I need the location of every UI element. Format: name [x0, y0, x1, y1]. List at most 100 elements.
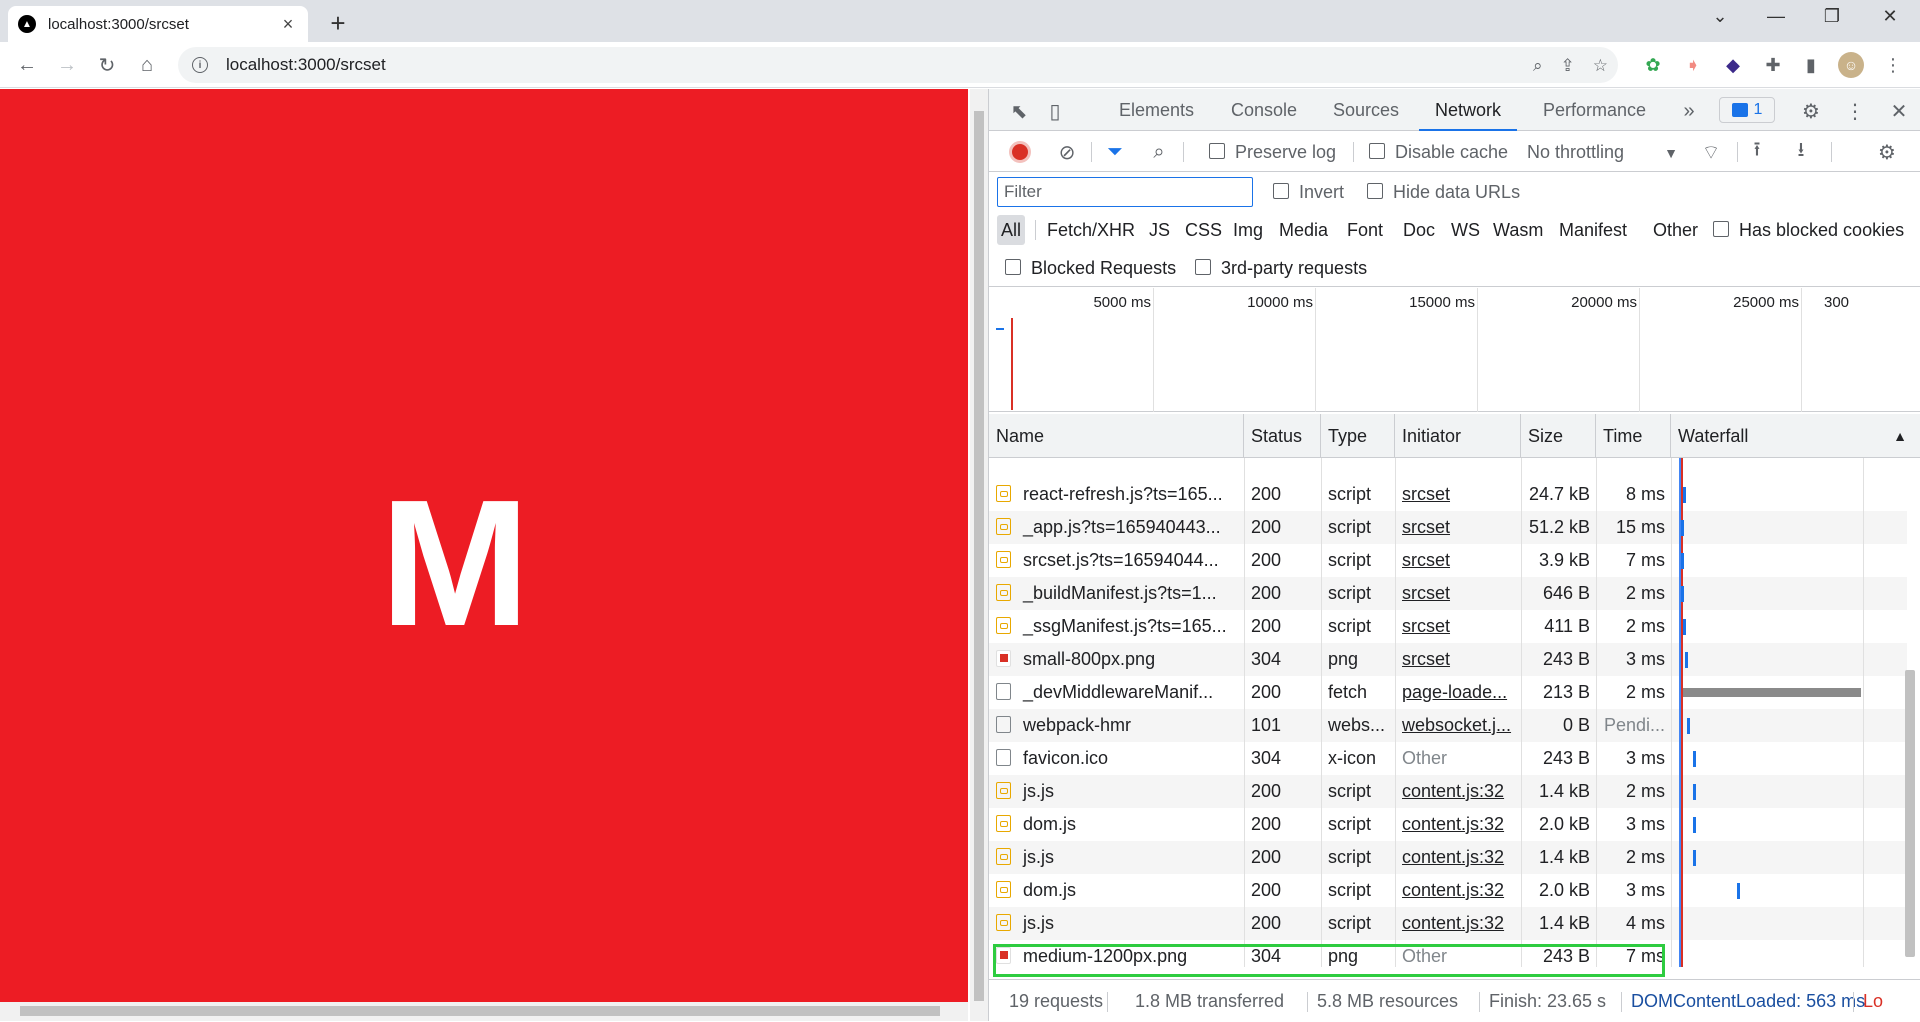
- type-filter-fetch[interactable]: Fetch/XHR: [1043, 215, 1139, 245]
- throttling-select[interactable]: No throttling ▼: [1527, 132, 1678, 173]
- type-filter-media[interactable]: Media: [1275, 215, 1332, 245]
- minimize-icon[interactable]: —: [1756, 6, 1796, 27]
- tab-performance[interactable]: Performance: [1543, 89, 1646, 131]
- request-row[interactable]: _buildManifest.js?ts=1... 200 script srcset…: [989, 577, 1907, 610]
- cell-initiator[interactable]: srcset: [1395, 643, 1521, 676]
- clear-icon[interactable]: ⊘: [1053, 138, 1081, 166]
- close-window-icon[interactable]: ✕: [1870, 6, 1910, 27]
- cell-initiator[interactable]: srcset: [1395, 610, 1521, 643]
- request-row[interactable]: _app.js?ts=165940443... 200 script srcset 51…: [989, 511, 1907, 544]
- preserve-log-checkbox[interactable]: Preserve log: [1209, 132, 1336, 172]
- cell-initiator[interactable]: Other: [1395, 742, 1521, 775]
- tab-close-icon[interactable]: ×: [278, 14, 298, 35]
- color-extension-icon[interactable]: ✿: [1640, 52, 1666, 78]
- column-size[interactable]: Size: [1521, 414, 1596, 458]
- reload-icon[interactable]: ↻: [92, 50, 122, 80]
- filter-input[interactable]: [997, 177, 1253, 207]
- extension-hat-icon[interactable]: ◆: [1720, 52, 1746, 78]
- site-info-icon[interactable]: i: [192, 57, 208, 73]
- disable-cache-checkbox[interactable]: Disable cache: [1369, 132, 1508, 172]
- record-icon[interactable]: [1009, 141, 1031, 163]
- column-time[interactable]: Time: [1596, 414, 1671, 458]
- type-filter-css[interactable]: CSS: [1181, 215, 1226, 245]
- filter-icon[interactable]: ⏷: [1101, 138, 1129, 166]
- devtools-menu-icon[interactable]: ⋮: [1841, 97, 1869, 125]
- forward-icon[interactable]: →: [52, 50, 82, 80]
- invert-checkbox[interactable]: Invert: [1273, 173, 1344, 211]
- back-icon[interactable]: ←: [12, 50, 42, 80]
- request-row[interactable]: js.js 200 script content.js:32 1.4 kB 2 ms: [989, 775, 1907, 808]
- export-har-icon[interactable]: ⭳: [1787, 138, 1815, 166]
- tab-sources[interactable]: Sources: [1333, 89, 1399, 131]
- extensions-puzzle-icon[interactable]: ✚: [1760, 52, 1786, 78]
- request-row[interactable]: srcset.js?ts=16594044... 200 script srcset 3…: [989, 544, 1907, 577]
- search-icon[interactable]: ⌕: [1145, 138, 1173, 166]
- tab-elements[interactable]: Elements: [1119, 89, 1194, 131]
- extension-icon[interactable]: ➧: [1680, 52, 1706, 78]
- device-toolbar-icon[interactable]: ▯: [1041, 97, 1069, 125]
- tab-console[interactable]: Console: [1231, 89, 1297, 131]
- column-waterfall[interactable]: Waterfall ▲: [1671, 414, 1920, 458]
- type-filter-font[interactable]: Font: [1343, 215, 1387, 245]
- column-initiator[interactable]: Initiator: [1395, 414, 1521, 458]
- type-filter-js[interactable]: JS: [1145, 215, 1174, 245]
- type-filter-ws[interactable]: WS: [1447, 215, 1484, 245]
- bookmark-star-icon[interactable]: ☆: [1593, 56, 1608, 76]
- network-settings-icon[interactable]: ⚙: [1873, 138, 1901, 166]
- column-status[interactable]: Status: [1244, 414, 1321, 458]
- tab-network[interactable]: Network: [1419, 89, 1518, 131]
- side-panel-icon[interactable]: ▮: [1798, 52, 1824, 78]
- has-blocked-cookies-checkbox[interactable]: Has blocked cookies: [1713, 211, 1904, 249]
- request-row[interactable]: _ssgManifest.js?ts=165... 200 script srcset…: [989, 610, 1907, 643]
- cell-initiator[interactable]: websocket.j...: [1395, 709, 1521, 742]
- issues-badge[interactable]: 1: [1719, 97, 1775, 123]
- request-row[interactable]: webpack-hmr 101 webs... websocket.j... 0 B Pe…: [989, 709, 1907, 742]
- inspect-element-icon[interactable]: ⬉: [1005, 97, 1033, 125]
- blocked-requests-checkbox[interactable]: Blocked Requests: [1005, 249, 1176, 287]
- chrome-menu-icon[interactable]: ⋮: [1880, 52, 1906, 78]
- type-filter-img[interactable]: Img: [1229, 215, 1267, 245]
- type-filter-doc[interactable]: Doc: [1399, 215, 1439, 245]
- cell-initiator[interactable]: srcset: [1395, 478, 1521, 511]
- request-row[interactable]: dom.js 200 script content.js:32 2.0 kB 3 ms: [989, 808, 1907, 841]
- new-tab-button[interactable]: +: [322, 8, 354, 39]
- column-type[interactable]: Type: [1321, 414, 1395, 458]
- cell-initiator[interactable]: content.js:32: [1395, 841, 1521, 874]
- type-filter-all[interactable]: All: [997, 215, 1026, 245]
- settings-gear-icon[interactable]: ⚙: [1797, 97, 1825, 125]
- cell-initiator[interactable]: srcset: [1395, 544, 1521, 577]
- home-icon[interactable]: ⌂: [132, 50, 162, 80]
- cell-initiator[interactable]: content.js:32: [1395, 874, 1521, 907]
- request-row[interactable]: small-800px.png 304 png srcset 243 B 3 ms: [989, 643, 1907, 676]
- cell-initiator[interactable]: srcset: [1395, 511, 1521, 544]
- request-row[interactable]: dom.js 200 script content.js:32 2.0 kB 3 ms: [989, 874, 1907, 907]
- network-overview-timeline[interactable]: 5000 ms 10000 ms 15000 ms 20000 ms 25000…: [989, 288, 1920, 412]
- column-name[interactable]: Name: [989, 414, 1244, 458]
- tab-search-icon[interactable]: ⌄: [1700, 6, 1740, 27]
- request-table-scrollbar[interactable]: [1901, 458, 1919, 967]
- cell-initiator[interactable]: content.js:32: [1395, 808, 1521, 841]
- more-tabs-icon[interactable]: »: [1675, 97, 1703, 125]
- zoom-icon[interactable]: ⌕: [1533, 56, 1543, 76]
- third-party-requests-checkbox[interactable]: 3rd-party requests: [1195, 249, 1367, 287]
- request-row[interactable]: react-refresh.js?ts=165... 200 script srcse…: [989, 478, 1907, 511]
- request-row[interactable]: favicon.ico 304 x-icon Other 243 B 3 ms: [989, 742, 1907, 775]
- import-har-icon[interactable]: ⭱: [1743, 138, 1771, 166]
- hide-data-urls-checkbox[interactable]: Hide data URLs: [1367, 173, 1520, 211]
- type-filter-wasm[interactable]: Wasm: [1489, 215, 1547, 245]
- request-row[interactable]: js.js 200 script content.js:32 1.4 kB 2 ms: [989, 841, 1907, 874]
- address-bar[interactable]: i localhost:3000/srcset ⌕ ⇪ ☆: [178, 47, 1618, 83]
- page-horizontal-scrollbar[interactable]: [0, 1002, 968, 1021]
- cell-initiator[interactable]: content.js:32: [1395, 907, 1521, 940]
- type-filter-other[interactable]: Other: [1649, 215, 1702, 245]
- request-row[interactable]: js.js 200 script content.js:32 1.4 kB 4 ms: [989, 907, 1907, 940]
- cell-initiator[interactable]: srcset: [1395, 577, 1521, 610]
- browser-tab[interactable]: ▲ localhost:3000/srcset ×: [8, 6, 308, 42]
- restore-icon[interactable]: ❐: [1812, 6, 1852, 27]
- type-filter-manifest[interactable]: Manifest: [1555, 215, 1631, 245]
- page-vertical-scrollbar[interactable]: [970, 89, 988, 1021]
- cell-initiator[interactable]: content.js:32: [1395, 775, 1521, 808]
- network-conditions-icon[interactable]: ⌔: [1697, 138, 1725, 166]
- cell-initiator[interactable]: page-loade...: [1395, 676, 1521, 709]
- profile-avatar[interactable]: ☺: [1838, 52, 1864, 78]
